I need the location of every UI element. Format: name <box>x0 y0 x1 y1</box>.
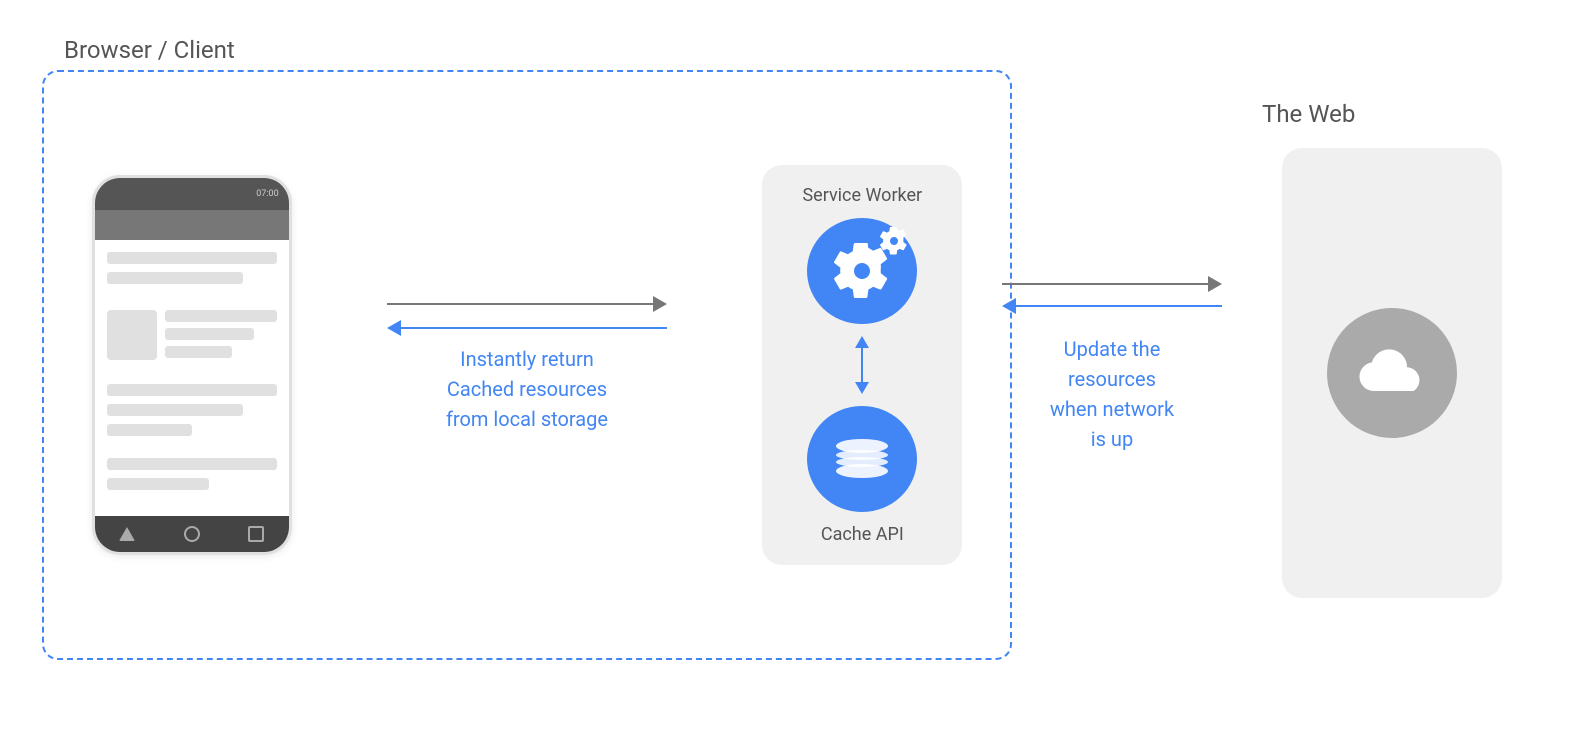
phone-content-line-3 <box>107 384 277 396</box>
diagram-container: Browser / Client 07:00 <box>42 25 1542 705</box>
phone-line-c <box>165 346 232 358</box>
phone-content-line-4 <box>107 404 243 416</box>
cache-api-label: Cache API <box>821 524 904 545</box>
vertical-double-arrow <box>855 336 869 394</box>
phone-content-image <box>107 310 157 360</box>
cached-resources-text: Cached resources <box>446 374 608 404</box>
web-section: The Web <box>1262 70 1522 660</box>
arrow-line-left-1 <box>401 327 667 329</box>
arrow-line-right-1 <box>387 303 653 305</box>
arrow-line-left-2 <box>1016 305 1222 307</box>
v-arrow-down <box>855 382 869 394</box>
phone-content-line-1 <box>107 252 277 264</box>
cached-text-block: Instantly return Cached resources from l… <box>446 344 608 434</box>
service-worker-icon-circle <box>807 218 917 324</box>
instantly-return-text: Instantly return <box>446 344 608 374</box>
cloud-icon-circle <box>1327 308 1457 438</box>
arrow-web-to-sw <box>1002 298 1222 314</box>
update-text-block: Update the resources when network is up <box>1050 334 1174 454</box>
middle-area: Instantly return Cached resources from l… <box>387 175 667 555</box>
from-local-storage-text: from local storage <box>446 404 608 434</box>
phone-content-line-6 <box>107 458 277 470</box>
phone-status-bar: 07:00 <box>95 178 289 210</box>
arrow-sw-to-web <box>1002 276 1222 292</box>
browser-client-section: Browser / Client 07:00 <box>42 70 1012 660</box>
arrow-head-right-2 <box>1208 276 1222 292</box>
phone-recents-icon <box>248 526 264 542</box>
v-line <box>861 348 863 382</box>
web-panel <box>1282 148 1502 598</box>
phone-status-text: 07:00 <box>256 189 278 199</box>
arrow-head-left-2 <box>1002 298 1016 314</box>
phone-home-icon <box>184 526 200 542</box>
v-arrow-up <box>855 336 869 348</box>
when-network-text: when network <box>1050 394 1174 424</box>
db-bottom <box>836 464 888 478</box>
is-up-text: is up <box>1050 424 1174 454</box>
gear-small-icon <box>880 227 908 255</box>
cache-api-icon-circle <box>807 406 917 512</box>
phone-content-line-7 <box>107 478 209 490</box>
database-icon <box>836 439 888 478</box>
phone-content-row-1 <box>107 310 277 360</box>
service-worker-label: Service Worker <box>802 185 922 206</box>
arrow-line-right-2 <box>1002 283 1208 285</box>
the-web-label: The Web <box>1262 100 1355 128</box>
phone-line-b <box>165 328 255 340</box>
phone-content <box>95 240 289 502</box>
phone-content-lines <box>165 310 277 360</box>
service-worker-panel: Service Worker <box>762 165 962 565</box>
phone-mockup: 07:00 <box>92 175 292 555</box>
phone-back-icon <box>119 527 135 541</box>
arrow-head-right-1 <box>653 296 667 312</box>
phone-content-line-5 <box>107 424 192 436</box>
arrow-head-left-1 <box>387 320 401 336</box>
phone-content-line-2 <box>107 272 243 284</box>
resources-text: resources <box>1050 364 1174 394</box>
arrow-phone-to-sw <box>387 296 667 312</box>
arrow-sw-to-phone <box>387 320 667 336</box>
update-the-text: Update the <box>1050 334 1174 364</box>
phone-line-a <box>165 310 277 322</box>
right-arrow-area: Update the resources when network is up <box>1002 70 1222 660</box>
cloud-icon <box>1356 347 1428 399</box>
phone-toolbar <box>95 210 289 240</box>
phone-nav-bar <box>95 516 289 552</box>
browser-client-label: Browser / Client <box>64 36 235 64</box>
